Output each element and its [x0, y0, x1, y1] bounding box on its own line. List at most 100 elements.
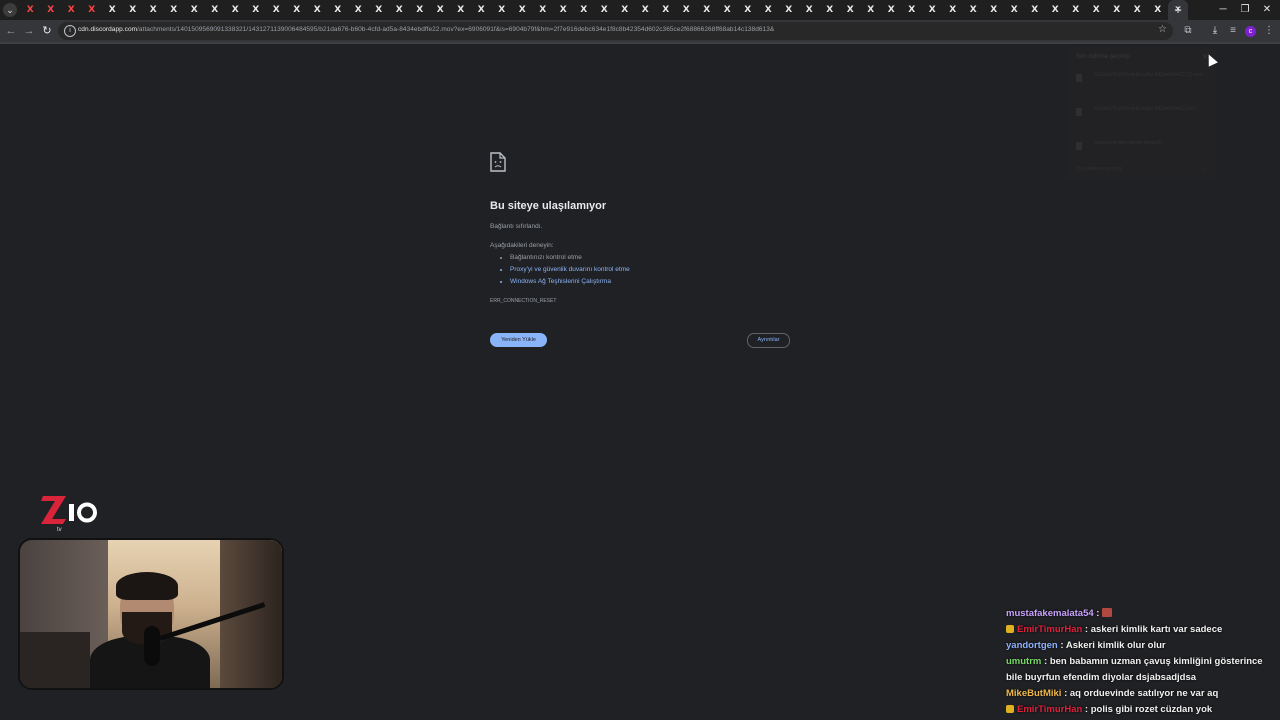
browser-tab[interactable]: X [779, 0, 800, 20]
tab-search-chevron-icon[interactable]: ⌄ [3, 3, 17, 17]
x-logo-icon: X [170, 5, 178, 15]
browser-tab[interactable]: X [1066, 0, 1087, 20]
browser-tab[interactable]: X [840, 0, 861, 20]
browser-tab[interactable]: X [697, 0, 718, 20]
browser-tab[interactable]: X [389, 0, 410, 20]
forward-icon[interactable]: → [22, 24, 36, 38]
chat-text: aq orduevinde satılıyor ne var aq [1069, 688, 1219, 699]
browser-tab[interactable]: X [922, 0, 943, 20]
browser-tab[interactable]: X [615, 0, 636, 20]
full-download-history-link[interactable]: Tüm indirme geçmişi [1076, 166, 1122, 172]
x-logo-icon: X [498, 5, 506, 15]
menu-icon[interactable]: ⋮ [1262, 24, 1276, 38]
browser-tab[interactable]: X [553, 0, 574, 20]
browser-tab[interactable]: X [820, 0, 841, 20]
reload-icon[interactable]: ↻ [40, 24, 54, 38]
x-logo-icon: X [744, 5, 752, 15]
media-icon[interactable]: ≡ [1226, 24, 1240, 38]
browser-tab[interactable]: X [266, 0, 287, 20]
chat-username[interactable]: EmirTimurHan [1017, 624, 1082, 635]
extensions-icon[interactable]: ⧉ [1181, 24, 1195, 38]
browser-tab[interactable]: X [410, 0, 431, 20]
reload-button[interactable]: Yeniden Yükle [490, 333, 547, 347]
bookmark-star-icon[interactable]: ☆ [1158, 24, 1167, 35]
browser-tab[interactable]: X [61, 0, 82, 20]
browser-tab[interactable]: X [328, 0, 349, 20]
browser-tab[interactable]: X [348, 0, 369, 20]
suggestion-run-diagnostics-link[interactable]: Windows Ağ Teşhislerini Çalıştırma [510, 276, 630, 288]
browser-tab[interactable]: X [1148, 0, 1169, 20]
browser-tab[interactable]: X [430, 0, 451, 20]
browser-tab[interactable]: X [943, 0, 964, 20]
chat-username[interactable]: mustafakemalata54 [1006, 608, 1094, 619]
download-item[interactable]: b21da676-b60b-4cfd-ad5a-8434ebdffe22.mov… [1076, 106, 1206, 136]
close-window-button[interactable]: ✕ [1260, 3, 1274, 17]
chat-text: polis gibi rozet cüzdan yok [1090, 704, 1213, 715]
browser-tab[interactable]: X [184, 0, 205, 20]
browser-tab[interactable]: X [594, 0, 615, 20]
browser-tab[interactable]: X [1107, 0, 1128, 20]
chat-username[interactable]: umutrm [1006, 656, 1041, 667]
browser-tab[interactable]: X [225, 0, 246, 20]
browser-tab[interactable]: X [635, 0, 656, 20]
x-logo-icon: X [313, 5, 321, 15]
new-tab-button[interactable]: + [1170, 2, 1186, 18]
browser-tab[interactable]: X [1045, 0, 1066, 20]
browser-tab[interactable]: X [902, 0, 923, 20]
chat-username[interactable]: MikeButMiki [1006, 688, 1061, 699]
browser-tab[interactable]: X [533, 0, 554, 20]
browser-tab[interactable]: X [758, 0, 779, 20]
site-info-icon[interactable]: i [64, 25, 76, 37]
browser-tab[interactable]: X [20, 0, 41, 20]
browser-tab[interactable]: X [82, 0, 103, 20]
browser-tab[interactable]: X [1025, 0, 1046, 20]
browser-tab[interactable]: X [738, 0, 759, 20]
minimize-button[interactable]: ─ [1216, 3, 1230, 17]
browser-tab[interactable]: X [41, 0, 62, 20]
x-logo-icon: X [334, 5, 342, 15]
browser-tab[interactable]: X [102, 0, 123, 20]
url-text[interactable]: cdn.discordapp.com/attachments/140150956… [78, 26, 774, 33]
chat-username[interactable]: EmirTimurHan [1017, 704, 1082, 715]
browser-tab[interactable]: X [369, 0, 390, 20]
browser-tab[interactable]: X [492, 0, 513, 20]
browser-tab[interactable]: X [287, 0, 308, 20]
address-bar[interactable]: i cdn.discordapp.com/attachments/1401509… [58, 22, 1173, 40]
browser-tab[interactable]: X [861, 0, 882, 20]
browser-tab[interactable]: X [656, 0, 677, 20]
browser-tab[interactable]: X [451, 0, 472, 20]
browser-tab[interactable]: X [307, 0, 328, 20]
restore-button[interactable]: ❐ [1238, 3, 1252, 17]
browser-tab[interactable]: X [799, 0, 820, 20]
chat-username[interactable]: yandortgen [1006, 640, 1058, 651]
browser-tab[interactable]: X [676, 0, 697, 20]
browser-tab[interactable]: X [717, 0, 738, 20]
x-logo-icon: X [518, 5, 526, 15]
browser-tab[interactable]: X [1127, 0, 1148, 20]
browser-tab[interactable]: X [881, 0, 902, 20]
browser-tab[interactable]: X [246, 0, 267, 20]
x-logo-icon: X [416, 5, 424, 15]
browser-tab[interactable]: X [164, 0, 185, 20]
x-logo-icon: X [375, 5, 383, 15]
browser-tab[interactable]: X [574, 0, 595, 20]
back-icon[interactable]: ← [4, 24, 18, 38]
download-item[interactable]: b21da676-b60b-4cfd-ad5a-8434ebdffe22 (1)… [1076, 72, 1206, 102]
open-external-icon[interactable]: ↗ [1202, 166, 1206, 172]
details-button[interactable]: Ayrıntılar [747, 333, 790, 348]
error-code: ERR_CONNECTION_RESET [490, 298, 557, 304]
browser-tab[interactable]: X [143, 0, 164, 20]
chat-separator: : [1093, 608, 1103, 619]
browser-tab[interactable]: X [205, 0, 226, 20]
browser-tab[interactable]: X [512, 0, 533, 20]
browser-tab[interactable]: X [984, 0, 1005, 20]
browser-tab[interactable]: X [1086, 0, 1107, 20]
browser-tab[interactable]: X [123, 0, 144, 20]
suggestion-check-proxy-link[interactable]: Proxy'yi ve güvenlik duvarını kontrol et… [510, 264, 630, 276]
chat-message: umutrm : ben babamın uzman çavuş kimliği… [1006, 654, 1280, 686]
profile-icon[interactable]: c [1245, 26, 1256, 37]
browser-tab[interactable]: X [471, 0, 492, 20]
browser-tab[interactable]: X [1004, 0, 1025, 20]
browser-tab[interactable]: X [963, 0, 984, 20]
download-icon[interactable]: ⤓ [1208, 24, 1222, 38]
